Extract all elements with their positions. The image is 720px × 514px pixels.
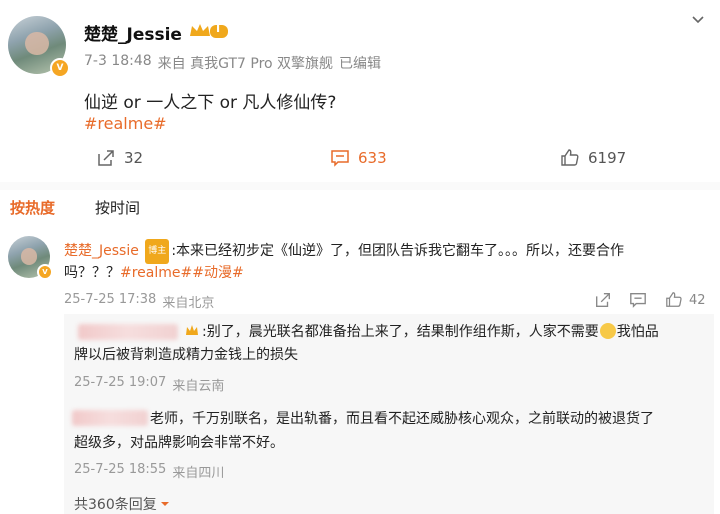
post-source: 来自 真我GT7 Pro 双擎旗舰: [157, 56, 334, 72]
comment-meta: 25-7-25 17:38 来自北京: [64, 292, 214, 311]
comment-like-button[interactable]: 42: [665, 291, 706, 309]
comment-reply-icon[interactable]: [629, 291, 647, 309]
post-text: 仙逆 or 一人之下 or 凡人修仙传?: [84, 93, 337, 113]
reply-1-text-line2: 牌以后被背刺造成精力金钱上的损失: [74, 347, 298, 363]
comment-line-1: 楚楚_Jessie 博主:本来已经初步定《仙逆》了，但团队告诉我它翻车了。。。所…: [64, 239, 714, 264]
crown-level-icon: I: [188, 21, 230, 41]
reply-1-time: 25-7-25 19:07: [74, 375, 167, 390]
more-replies-link[interactable]: 共360条回复: [74, 494, 170, 514]
reply-1-username-redacted: [78, 324, 178, 340]
tab-sort-time[interactable]: 按时间: [95, 197, 140, 218]
reply-1-text-line1-end: 我怕品: [616, 324, 659, 340]
laughing-emoji-icon: [599, 323, 616, 339]
comment-thumbs-up-icon: [665, 291, 683, 309]
post-meta: 7-3 18:48 来自 真我GT7 Pro 双擎旗舰 已编辑: [84, 53, 381, 73]
comment-share-icon[interactable]: [594, 291, 612, 309]
comment-time: 25-7-25 17:38: [64, 292, 157, 307]
reply-1-crown-icon: [184, 323, 200, 339]
like-count: 6197: [588, 149, 627, 167]
comment-username[interactable]: 楚楚_Jessie: [64, 243, 139, 259]
comment-line-2: 吗？？？#realme##动漫#: [64, 262, 244, 285]
repost-button[interactable]: 32: [96, 148, 143, 168]
comment-text-line1: :本来已经初步定《仙逆》了，但团队告诉我它翻车了。。。所以，还要合作: [171, 243, 625, 259]
repost-count: 32: [124, 149, 144, 167]
chevron-down-icon[interactable]: [690, 12, 706, 28]
comment-button[interactable]: 633: [330, 148, 387, 168]
comment-tag-anime[interactable]: #动漫#: [192, 265, 243, 281]
reply-1-location: 来自云南: [172, 379, 225, 394]
comment-location: 来自北京: [162, 296, 215, 311]
reply-1-line1: :别了，晨光联名都准备抬上来了，结果制作组作斯，人家不需要 我怕品: [202, 321, 659, 344]
reply-2-time: 25-7-25 18:55: [74, 462, 167, 477]
tab-sort-hot[interactable]: 按热度: [10, 197, 55, 218]
thumbs-up-icon: [560, 148, 580, 168]
post-edited[interactable]: 已编辑: [339, 53, 381, 73]
post-username[interactable]: 楚楚_Jessie: [84, 20, 182, 45]
section-divider: [0, 182, 720, 190]
comment-icon: [330, 148, 350, 168]
reply-2-text-line2: 超级多，对品牌影响会非常不好。: [74, 435, 284, 451]
reply-2-text-line1: 老师，千万别联名，是出轨番，而且看不起还威胁核心观众，之前联动的被退货了: [150, 411, 654, 427]
reply-1-meta: 25-7-25 19:07 来自云南: [74, 375, 224, 394]
post-time: 7-3 18:48: [84, 53, 152, 69]
comment-tag-realme[interactable]: #realme#: [120, 265, 192, 281]
level-badge-text: I: [216, 22, 221, 35]
more-replies-text: 共360条回复: [74, 497, 157, 513]
comment-verified-badge-icon: V: [37, 264, 53, 280]
repost-icon: [96, 148, 116, 168]
reply-2-meta: 25-7-25 18:55 来自四川: [74, 462, 224, 481]
caret-down-icon: [160, 499, 170, 509]
comment-count: 633: [358, 149, 387, 167]
reply-2-username-redacted: [72, 410, 148, 426]
post-hashtag[interactable]: #realme#: [84, 114, 167, 133]
reply-1-text-line1: :别了，晨光联名都准备抬上来了，结果制作组作斯，人家不需要: [202, 324, 599, 340]
comment-text-line2: 吗？？？: [64, 265, 120, 281]
reply-2-location: 来自四川: [172, 466, 225, 481]
like-button[interactable]: 6197: [560, 148, 626, 168]
blogger-badge: 博主: [145, 239, 170, 264]
verified-badge-icon: V: [50, 58, 70, 78]
comment-like-count: 42: [689, 292, 706, 308]
